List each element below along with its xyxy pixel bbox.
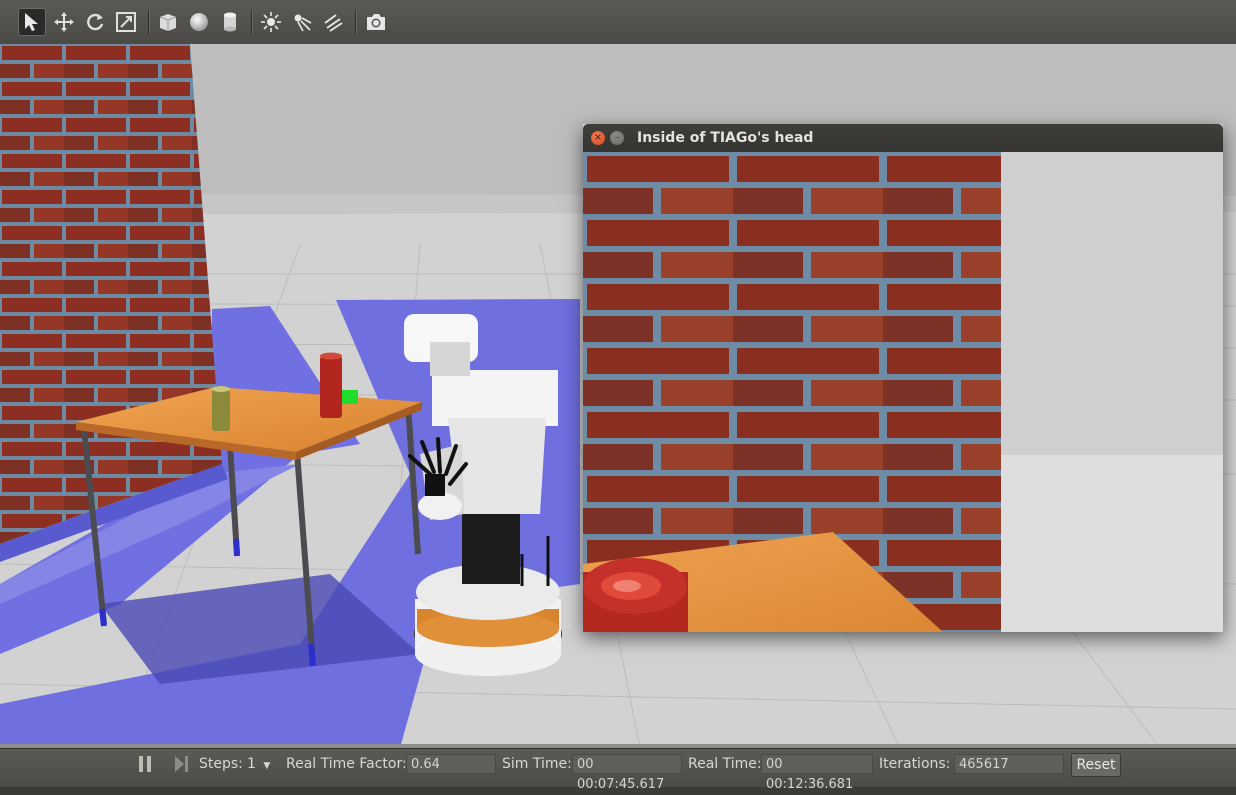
screenshot-camera-icon bbox=[367, 14, 385, 30]
window-minimize-button[interactable]: – bbox=[610, 131, 624, 145]
rtf-value: 0.64 bbox=[406, 754, 496, 774]
window-close-button[interactable]: × bbox=[591, 131, 605, 145]
close-icon: × bbox=[593, 132, 603, 143]
insert-point-light-button[interactable] bbox=[257, 8, 285, 36]
step-button[interactable] bbox=[172, 749, 190, 779]
sphere-shape-icon bbox=[190, 13, 208, 31]
cylinder-shape-icon bbox=[224, 12, 236, 32]
sim-time-value: 00 00:07:45.617 bbox=[572, 754, 682, 792]
select-arrow-icon bbox=[25, 13, 38, 31]
point-light-icon bbox=[261, 12, 281, 32]
real-time-label: Real Time: bbox=[688, 756, 762, 772]
iterations-value: 465617 bbox=[954, 754, 1064, 774]
insert-box-button[interactable] bbox=[154, 8, 182, 36]
main-toolbar bbox=[0, 0, 1236, 45]
scale-icon bbox=[116, 12, 136, 32]
step-forward-icon bbox=[175, 756, 188, 772]
rtf-label: Real Time Factor: bbox=[286, 756, 407, 772]
translate-icon bbox=[54, 12, 74, 32]
chevron-down-icon: ▼ bbox=[263, 761, 271, 771]
steps-label: Steps: bbox=[199, 756, 243, 772]
window-titlebar[interactable]: × – Inside of TIAGo's head bbox=[583, 124, 1223, 152]
box-shape-icon bbox=[159, 14, 177, 31]
window-title: Inside of TIAGo's head bbox=[637, 130, 814, 146]
pause-icon bbox=[139, 756, 151, 772]
directional-light-icon bbox=[324, 14, 343, 32]
steps-spinbox[interactable]: 1 ▼ bbox=[247, 749, 270, 779]
iterations-label: Iterations: bbox=[879, 756, 951, 772]
rotate-icon bbox=[87, 13, 104, 31]
real-time-value: 00 00:12:36.681 bbox=[761, 754, 873, 792]
insert-cylinder-button[interactable] bbox=[216, 8, 244, 36]
rotate-mode-button[interactable] bbox=[81, 8, 109, 36]
translate-mode-button[interactable] bbox=[50, 8, 78, 36]
camera-feed-view bbox=[583, 152, 1223, 632]
sim-time-label: Sim Time: bbox=[502, 756, 572, 772]
minimize-icon: – bbox=[614, 132, 620, 143]
reset-button[interactable]: Reset bbox=[1071, 753, 1121, 777]
steps-value: 1 bbox=[247, 756, 256, 772]
insert-sphere-button[interactable] bbox=[185, 8, 213, 36]
camera-image-window[interactable]: × – Inside of TIAGo's head bbox=[583, 124, 1223, 632]
camera-feed-image bbox=[583, 152, 1223, 632]
select-mode-button[interactable] bbox=[18, 8, 46, 36]
insert-directional-light-button[interactable] bbox=[319, 8, 347, 36]
spot-light-icon bbox=[294, 14, 312, 32]
scale-mode-button[interactable] bbox=[112, 8, 140, 36]
pause-button[interactable] bbox=[136, 749, 154, 779]
simulation-status-bar: Steps: 1 ▼ Real Time Factor: 0.64 Sim Ti… bbox=[0, 748, 1236, 792]
insert-spot-light-button[interactable] bbox=[288, 8, 316, 36]
screenshot-button[interactable] bbox=[362, 8, 390, 36]
